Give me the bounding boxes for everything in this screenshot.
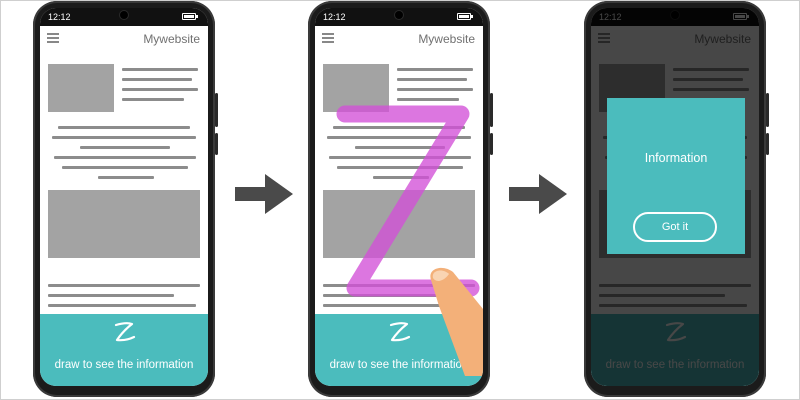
text-placeholder <box>122 88 198 91</box>
phone-side-button <box>490 93 493 127</box>
phone-step-1: 12:12 Mywebsite draw to see the informat… <box>33 1 218 397</box>
camera-notch <box>120 11 128 19</box>
hamburger-menu-icon[interactable] <box>322 33 334 43</box>
text-placeholder <box>98 176 154 179</box>
finger-icon <box>430 267 483 376</box>
site-header: Mywebsite <box>40 26 208 52</box>
draw-prompt-bar[interactable]: draw to see the information <box>40 314 208 386</box>
z-gesture-icon <box>389 322 411 342</box>
text-placeholder <box>48 294 174 297</box>
phone-screen: 12:12 Mywebsite draw to see the informat… <box>40 8 208 386</box>
text-placeholder <box>122 78 192 81</box>
text-placeholder <box>122 98 184 101</box>
phone-screen: 12:12 Mywebsite draw to see the informat… <box>591 8 759 386</box>
phone-side-button <box>490 133 493 155</box>
text-placeholder <box>397 78 467 81</box>
phone-side-button <box>766 133 769 155</box>
text-placeholder <box>58 126 190 129</box>
site-header: Mywebsite <box>315 26 483 52</box>
right-arrow-icon <box>509 174 567 214</box>
status-bar: 12:12 <box>40 8 208 26</box>
camera-notch <box>395 11 403 19</box>
phone-screen: 12:12 Mywebsite draw to see the informat… <box>315 8 483 386</box>
phone-step-3: 12:12 Mywebsite draw to see the informat… <box>584 1 769 397</box>
battery-icon <box>457 13 473 20</box>
image-placeholder <box>48 64 114 112</box>
text-placeholder <box>62 166 188 169</box>
status-time: 12:12 <box>323 12 346 22</box>
status-bar: 12:12 <box>315 8 483 26</box>
site-title: Mywebsite <box>418 32 475 46</box>
status-time: 12:12 <box>48 12 71 22</box>
phone-side-button <box>766 93 769 127</box>
text-placeholder <box>52 136 196 139</box>
text-placeholder <box>397 68 473 71</box>
phone-side-button <box>215 133 218 155</box>
text-placeholder <box>122 68 198 71</box>
modal-title: Information <box>644 151 708 165</box>
text-placeholder <box>48 284 200 287</box>
text-placeholder <box>397 88 473 91</box>
text-placeholder <box>80 146 170 149</box>
got-it-button[interactable]: Got it <box>633 212 717 242</box>
text-placeholder <box>54 156 196 159</box>
z-gesture-icon <box>114 322 136 342</box>
text-placeholder <box>397 98 459 101</box>
text-placeholder <box>48 304 196 307</box>
information-modal: Information Got it <box>607 98 745 254</box>
image-placeholder <box>48 190 200 258</box>
hamburger-menu-icon[interactable] <box>47 33 59 43</box>
phone-side-button <box>215 93 218 127</box>
right-arrow-icon <box>235 174 293 214</box>
phone-step-2: 12:12 Mywebsite draw to see the informat… <box>308 1 493 397</box>
site-title: Mywebsite <box>143 32 200 46</box>
battery-icon <box>182 13 198 20</box>
draw-prompt-label: draw to see the information <box>54 359 194 371</box>
